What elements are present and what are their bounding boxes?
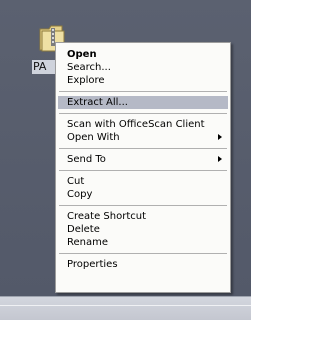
menu-separator — [59, 253, 227, 254]
menu-item-create-shortcut[interactable]: Create Shortcut — [56, 210, 230, 223]
menu-item-scan-with-officescan-client[interactable]: Scan with OfficeScan Client — [56, 118, 230, 131]
menu-separator — [59, 113, 227, 114]
menu-item-copy[interactable]: Copy — [56, 188, 230, 201]
menu-item-extract-all[interactable]: Extract All... — [58, 96, 228, 109]
context-menu: Open Search... Explore Extract All... Scan w… — [55, 42, 231, 293]
submenu-arrow-icon — [218, 134, 222, 140]
taskbar — [0, 296, 251, 320]
menu-item-cut[interactable]: Cut — [56, 175, 230, 188]
menu-item-open[interactable]: Open — [56, 48, 230, 61]
desktop-icon-label[interactable]: PA — [32, 60, 57, 74]
menu-item-properties[interactable]: Properties — [56, 258, 230, 271]
menu-item-rename[interactable]: Rename — [56, 236, 230, 249]
menu-item-search[interactable]: Search... — [56, 61, 230, 74]
menu-item-send-to[interactable]: Send To — [56, 153, 230, 166]
menu-separator — [59, 205, 227, 206]
menu-separator — [59, 91, 227, 92]
menu-separator — [59, 148, 227, 149]
menu-item-delete[interactable]: Delete — [56, 223, 230, 236]
menu-item-explore[interactable]: Explore — [56, 74, 230, 87]
menu-item-open-with[interactable]: Open With — [56, 131, 230, 144]
menu-separator — [59, 170, 227, 171]
submenu-arrow-icon — [218, 156, 222, 162]
